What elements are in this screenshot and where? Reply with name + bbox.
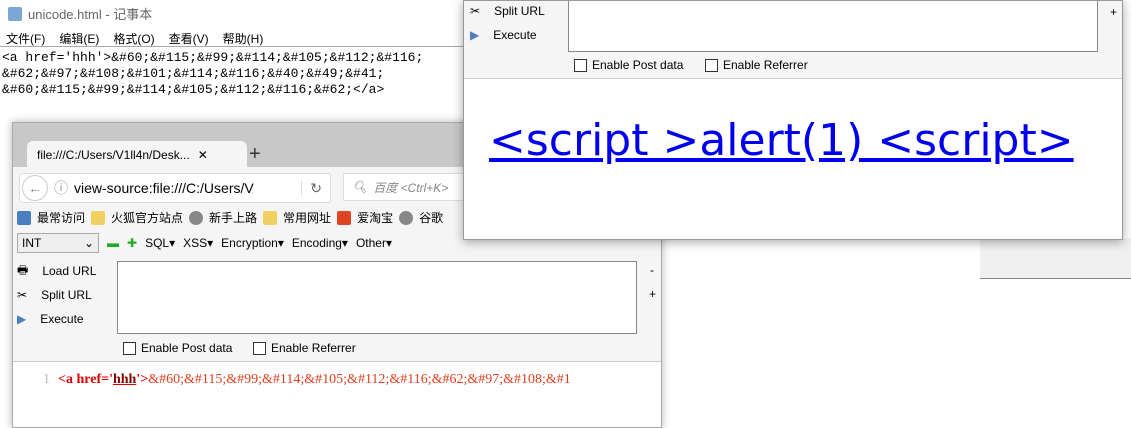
background-window-content [980,278,1131,427]
url-textarea[interactable] [117,261,637,334]
bookmark-icon [17,210,31,225]
text-line: &#62;&#97;&#108;&#101;&#114;&#116;&#40;&… [2,66,385,81]
notepad-menubar: 文件(F) 编辑(E) 格式(O) 查看(V) 帮助(H) [6,30,263,47]
split-url-button[interactable]: ✂ Split URL [470,3,545,19]
globe-icon [399,210,414,225]
enable-referrer-checkbox[interactable]: Enable Referrer [705,58,808,72]
menu-sql[interactable]: SQL▾ [145,236,175,250]
background-window [660,238,982,426]
url-bar[interactable]: ← ⓘ view-source:file:///C:/Users/V ↻ [19,173,331,203]
divider [0,46,470,47]
hackbar-actions: 🖶 Load URL ✂ Split URL ▶ Execute [17,263,96,327]
front-browser-window: ✂ Split URL ▶ Execute + Enable Post data E… [463,0,1123,240]
bookmark[interactable]: 新手上路 [209,209,257,226]
menu-other[interactable]: Other▾ [356,236,392,250]
back-icon[interactable]: ← [22,175,48,201]
bookmark[interactable]: 火狐官方站点 [111,209,183,226]
search-icon: 🔍︎ [352,180,368,194]
scissors-icon: ✂ [470,4,481,18]
folder-icon [91,210,106,225]
play-icon: ▶ [470,28,480,42]
bookmark[interactable]: 常用网址 [283,209,331,226]
reload-icon[interactable]: ↻ [301,179,330,197]
execute-button[interactable]: ▶ Execute [17,311,96,327]
new-tab-button[interactable]: + [249,143,261,166]
menu-xss[interactable]: XSS▾ [183,236,213,250]
menu-encoding[interactable]: Encoding▾ [292,236,348,250]
menu-file[interactable]: 文件(F) [6,30,45,47]
notepad-text-area[interactable]: <a href='hhh'>&#60;&#115;&#99;&#114;&#10… [2,50,423,98]
xss-link[interactable]: <script >alert(1) <script> [489,115,1074,166]
play-icon: ▶ [17,312,27,326]
shrink-button[interactable]: - [650,263,654,277]
menu-encryption[interactable]: Encryption▾ [221,236,284,250]
bookmark[interactable]: 最常访问 [37,209,85,226]
notepad-icon [8,6,22,21]
expand-button[interactable]: + [649,287,656,301]
url-text[interactable]: view-source:file:///C:/Users/V [74,180,301,196]
menu-help[interactable]: 帮助(H) [223,30,264,47]
minus-icon[interactable]: ▬ [107,236,119,250]
expand-button[interactable]: + [1110,5,1117,19]
plus-icon[interactable]: ✚ [127,236,137,250]
menu-format[interactable]: 格式(O) [113,30,154,47]
source-view: 1 <a href='hhh'>&#60;&#115;&#99;&#114;&#1… [13,361,661,427]
folder-icon [263,210,278,225]
page-content: <script >alert(1) <script> [464,78,1122,239]
bookmarks-bar: 最常访问 火狐官方站点 新手上路 常用网址 爱淘宝 谷歌 [17,209,443,226]
globe-icon [189,210,204,225]
menu-view[interactable]: 查看(V) [169,30,209,47]
load-url-button[interactable]: 🖶 Load URL [17,263,96,279]
execute-button[interactable]: ▶ Execute [470,27,545,43]
taobao-icon [337,210,352,225]
text-line: &#60;&#115;&#99;&#114;&#105;&#112;&#116;… [2,82,385,97]
url-textarea[interactable] [568,1,1098,52]
hackbar-actions: ✂ Split URL ▶ Execute [470,3,545,43]
browser-tab[interactable]: file:///C:/Users/V1ll4n/Desk... ✕ [27,141,247,169]
scissors-icon: ✂ [17,288,28,302]
chevron-down-icon: ⌄ [83,236,94,250]
close-tab-icon[interactable]: ✕ [198,148,208,162]
menu-edit[interactable]: 编辑(E) [59,30,99,47]
hackbar-toolbar: INT ⌄ ▬ ✚ SQL▾ XSS▾ Encryption▾ Encoding▾ … [17,233,392,253]
bookmark[interactable]: 爱淘宝 [357,209,393,226]
source-link[interactable]: hhh [113,372,136,387]
bookmark[interactable]: 谷歌 [419,209,443,226]
int-select[interactable]: INT ⌄ [17,233,99,253]
enable-referrer-checkbox[interactable]: Enable Referrer [253,341,356,355]
info-icon[interactable]: ⓘ [54,178,68,198]
notepad-title: unicode.html - 记事本 [8,4,152,23]
text-line: <a href='hhh'>&#60;&#115;&#99;&#114;&#10… [2,50,424,65]
source-line: 1 <a href='hhh'>&#60;&#115;&#99;&#114;&#1… [43,372,571,387]
load-icon: 🖶 [17,262,29,277]
split-url-button[interactable]: ✂ Split URL [17,287,96,303]
enable-post-checkbox[interactable]: Enable Post data [123,341,232,355]
enable-post-checkbox[interactable]: Enable Post data [574,58,683,72]
